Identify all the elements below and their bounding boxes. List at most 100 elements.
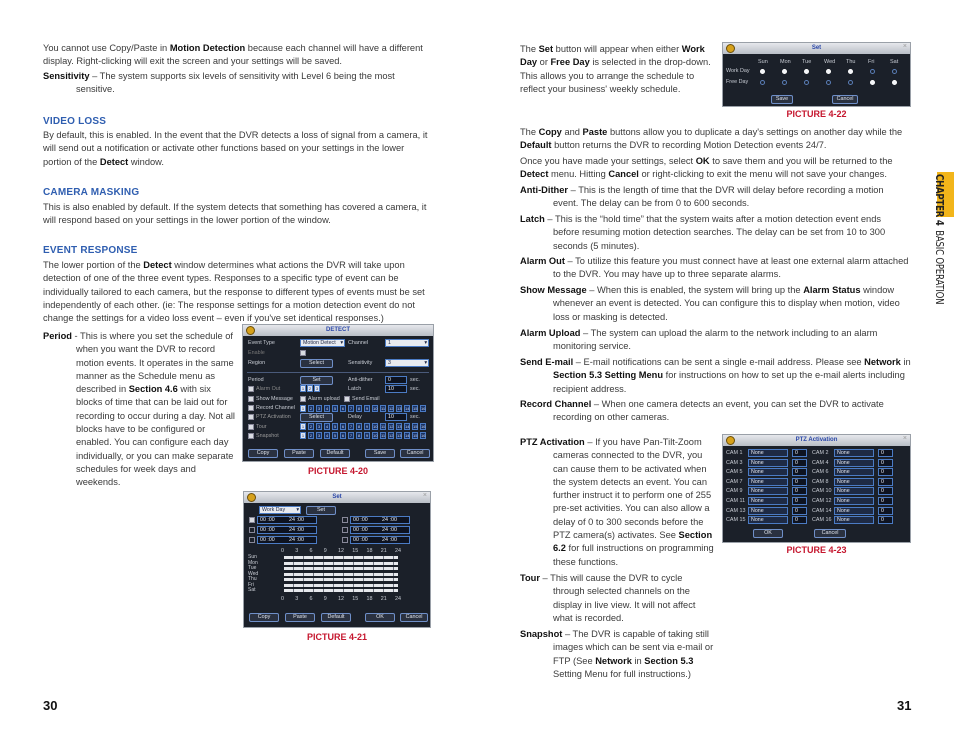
period-checkbox (249, 527, 255, 533)
bold-term: Snapshot (520, 629, 563, 639)
period-end: 24 :00 (289, 537, 304, 543)
text-run: or (537, 57, 551, 68)
text-run: or right-clicking to exit the menu will … (638, 169, 887, 180)
free-day-radio (804, 80, 809, 85)
text-run: – The system supports six levels of sens… (76, 71, 395, 95)
latch-field: 10 (385, 385, 407, 393)
paste-button: Paste (284, 449, 314, 458)
bold-term: OK (695, 156, 710, 166)
channel-box: 15 (412, 405, 418, 412)
cancel-button: Cancel (814, 529, 846, 538)
ptz-value-field: 0 (792, 487, 807, 496)
day-schedule-bar (284, 561, 398, 565)
alarm-out-checkbox (248, 386, 254, 392)
period-end: 24 :00 (382, 537, 397, 543)
channel-box: 14 (404, 405, 410, 412)
hour-label-top: 18 (366, 548, 373, 554)
text-run: buttons allow you to duplicate a day's s… (607, 127, 903, 137)
ptz-mode-dropdown: None (834, 487, 874, 496)
text-run: This is also enabled by default. If the … (43, 202, 427, 226)
channel-box: 1 (300, 405, 306, 412)
channel-box: 11 (380, 405, 386, 412)
text-run: – If you have Pan-Tilt-Zoom cameras conn… (553, 437, 712, 541)
schedule-set-dialog-screenshot: Set × Work Day Set 00 :0024 :0000 :0024 … (243, 491, 431, 628)
channel-box: 8 (356, 432, 362, 439)
picture-4-20-caption: PICTURE 4-20 (307, 466, 369, 476)
period-start: 00 :00 (350, 526, 410, 534)
channel-box: 12 (388, 432, 394, 439)
video-loss-paragraph: By default, this is enabled. In the even… (43, 129, 433, 169)
picture-4-22-caption: PICTURE 4-22 (786, 109, 847, 119)
bold-term: PTZ Activation (520, 437, 585, 447)
sec-unit: sec. (410, 377, 420, 383)
day-schedule-bar (284, 589, 398, 592)
channel-box: 12 (388, 423, 394, 430)
bold-term: Anti-Dither (520, 185, 569, 195)
event-response-heading: EVENT RESPONSE (43, 245, 138, 256)
channel-dropdown: 1 (385, 339, 429, 347)
text-run: button returns the DVR to recording Moti… (551, 140, 827, 151)
set-button-paragraph: The Set button will appear when either W… (520, 43, 712, 96)
cancel-button: Cancel (400, 613, 428, 622)
chapter-title: BASIC OPERATION (933, 230, 946, 305)
day-schedule-bar (284, 578, 398, 581)
channel-box: 16 (420, 423, 426, 430)
bold-term: Detect (143, 260, 172, 270)
period-end: 24 :00 (382, 527, 397, 533)
period-checkbox (342, 527, 348, 533)
channel-box: 2 (308, 423, 314, 430)
text-run: The (520, 127, 539, 137)
free-day-radio (892, 80, 897, 85)
ptz-select-button: Select (300, 413, 333, 422)
day-header: Sat (890, 59, 899, 65)
channel-box: 6 (340, 405, 346, 412)
close-icon: × (902, 43, 907, 50)
bold-term: Default (520, 140, 552, 151)
cam-label: CAM 14 (812, 507, 832, 514)
ptz-mode-dropdown: None (834, 458, 874, 467)
bold-term: Cancel (608, 169, 639, 180)
cam-label: CAM 1 (726, 450, 743, 456)
channel-box: 7 (348, 432, 354, 439)
ok-button: OK (753, 529, 783, 538)
day-header: Sun (758, 59, 768, 65)
picture-4-23-caption: PICTURE 4-23 (786, 545, 847, 555)
event-type-label: Event Type (248, 340, 275, 346)
ptz-value-field: 0 (878, 477, 893, 486)
work-day-label: Work Day (726, 68, 750, 74)
channel-box: 16 (420, 432, 426, 439)
channel-box: 2 (308, 432, 314, 439)
dialog-title: PTZ Activation (723, 435, 910, 446)
day-header: Tue (802, 59, 812, 65)
enable-checkbox (300, 350, 306, 356)
channel-box: 3 (316, 432, 322, 439)
cancel-button: Cancel (400, 449, 430, 458)
cam-label: CAM 11 (726, 498, 746, 504)
cam-label: CAM 13 (726, 507, 746, 514)
once-paragraph: Once you have made your settings, select… (520, 155, 912, 182)
channel-box: 1 (300, 423, 306, 430)
ptz-activation-checkbox (248, 414, 254, 420)
show-message-checkbox (248, 396, 254, 402)
alarm-upload-checkbox (300, 396, 306, 402)
ptz-value-field: 0 (878, 497, 893, 505)
bold-term: Record Channel (520, 399, 592, 409)
tour-label: Tour (256, 424, 267, 430)
day-label: Sat (248, 587, 256, 593)
hour-label-bottom: 18 (366, 596, 373, 602)
text-run: for full instructions on programming the… (553, 543, 714, 567)
hour-label-bottom: 9 (323, 596, 327, 602)
text-run: Setting Menu for full instructions.) (553, 668, 691, 679)
channel-box: 7 (348, 405, 354, 412)
latch-paragraph: Latch – This is the “hold time” that the… (520, 213, 895, 253)
ptz-mode-dropdown: None (748, 506, 788, 515)
app-logo-icon (726, 436, 735, 445)
channel-box: 3 (316, 405, 322, 412)
channel-box: 5 (332, 432, 338, 439)
day-schedule-bar (284, 556, 398, 559)
channel-box: 9 (364, 405, 370, 412)
bold-term: Alarm Upload (520, 328, 581, 338)
ptz-paragraph: PTZ Activation – If you have Pan-Tilt-Zo… (520, 436, 715, 569)
day-header: Fri (868, 59, 875, 65)
period-start: 00 :00 (257, 536, 317, 544)
